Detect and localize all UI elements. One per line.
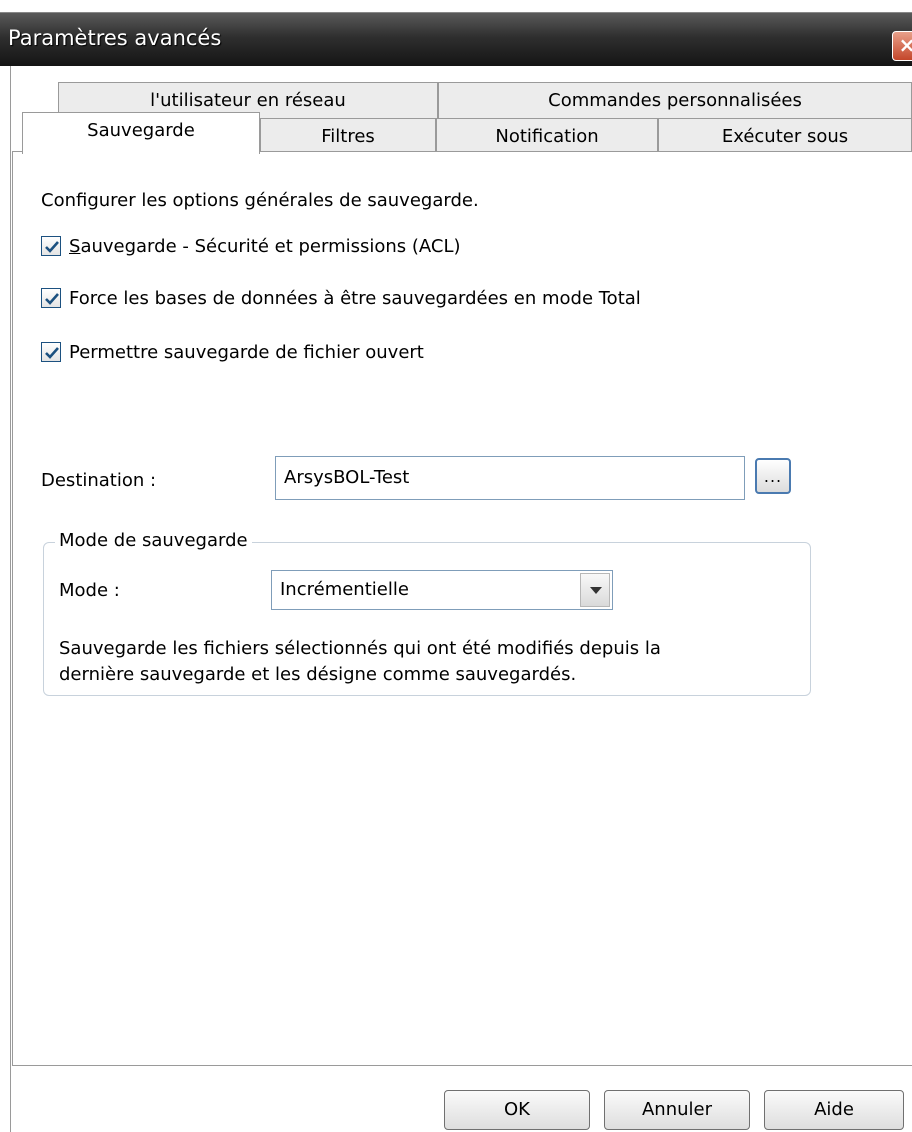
checkmark-icon	[45, 293, 59, 305]
backup-mode-legend: Mode de sauvegarde	[55, 530, 252, 551]
destination-value: ArsysBOL-Test	[284, 467, 410, 488]
tab-label: Commandes personnalisées	[548, 90, 802, 111]
browse-button[interactable]: ...	[755, 458, 791, 494]
tab-custom-commands[interactable]: Commandes personnalisées	[438, 82, 912, 120]
checkmark-icon	[45, 241, 59, 253]
mode-description-line1: Sauvegarde les fichiers sélectionnés qui…	[59, 638, 661, 659]
tab-label: Sauvegarde	[87, 120, 195, 141]
force-full-db-checkbox[interactable]	[41, 288, 61, 308]
force-full-db-label[interactable]: Force les bases de données à être sauveg…	[69, 288, 641, 309]
panel-description: Configurer les options générales de sauv…	[41, 190, 479, 211]
acl-checkbox[interactable]	[41, 236, 61, 256]
cancel-button[interactable]: Annuler	[604, 1090, 750, 1130]
checkmark-icon	[45, 347, 59, 359]
title-bar[interactable]: Paramètres avancés ×	[0, 12, 912, 66]
open-file-backup-label[interactable]: Permettre sauvegarde de fichier ouvert	[69, 342, 424, 363]
mode-select-value: Incrémentielle	[280, 579, 409, 600]
mode-select[interactable]: Incrémentielle	[271, 570, 613, 610]
tab-label: Exécuter sous	[721, 126, 849, 147]
accelerator-key: S	[69, 236, 81, 257]
tab-label: Filtres	[321, 126, 375, 147]
chevron-down-icon	[590, 587, 602, 594]
mode-description-line2: dernière sauvegarde et les désigne comme…	[59, 664, 577, 685]
destination-label: Destination :	[41, 470, 157, 491]
tab-backup[interactable]: Sauvegarde	[22, 112, 260, 154]
ok-button[interactable]: OK	[444, 1090, 590, 1130]
mode-label: Mode :	[59, 580, 120, 601]
acl-checkbox-label[interactable]: Sauvegarde - Sécurité et permissions (AC…	[69, 236, 461, 257]
tab-label: l'utilisateur en réseau	[150, 90, 346, 111]
backup-tab-panel: Configurer les options générales de sauv…	[12, 151, 912, 1066]
advanced-settings-dialog: Paramètres avancés × l'utilisateur en ré…	[0, 0, 912, 1132]
window-title: Paramètres avancés	[8, 26, 222, 50]
destination-input[interactable]: ArsysBOL-Test	[275, 456, 745, 500]
open-file-backup-checkbox[interactable]	[41, 342, 61, 362]
dropdown-arrow-button[interactable]	[580, 573, 610, 607]
close-button[interactable]: ×	[892, 31, 912, 61]
label-text: auvegarde - Sécurité et permissions (ACL…	[80, 236, 461, 257]
tab-label: Notification	[495, 126, 599, 147]
help-button[interactable]: Aide	[764, 1090, 904, 1130]
